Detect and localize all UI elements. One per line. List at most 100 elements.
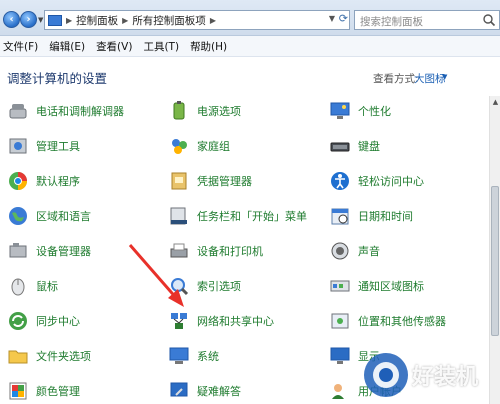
control-panel-item[interactable]: 电话和调制解调器 <box>7 96 124 126</box>
item-label[interactable]: 颜色管理 <box>36 383 80 399</box>
control-panel-item[interactable]: 索引选项 <box>168 271 241 301</box>
user-accounts-icon <box>332 384 344 399</box>
control-panel-item[interactable]: 凭据管理器 <box>168 166 252 196</box>
control-panel-item[interactable]: 疑难解答 <box>168 376 241 404</box>
address-toolbar: ‹ › ▼ ▶ 控制面板 ▶ 所有控制面板项 ▶ ▼ ⟳ 搜索控制面板 <box>0 0 500 36</box>
control-panel-item[interactable]: 通知区域图标 <box>329 271 424 301</box>
personalization-icon <box>330 102 350 119</box>
item-label[interactable]: 位置和其他传感器 <box>358 313 446 329</box>
devices-printers-icon <box>170 243 188 258</box>
back-button[interactable]: ‹ <box>3 11 20 28</box>
address-dropdown-icon[interactable]: ▼ <box>329 14 335 23</box>
control-panel-item[interactable]: 位置和其他传感器 <box>329 306 446 336</box>
control-panel-item[interactable]: 设备和打印机 <box>168 236 263 266</box>
phone-modem-icon <box>9 104 27 119</box>
breadcrumb-separator-icon[interactable]: ▶ <box>210 16 216 25</box>
forward-button[interactable]: › <box>20 11 37 28</box>
search-placeholder: 搜索控制面板 <box>360 16 423 28</box>
item-label[interactable]: 日期和时间 <box>358 208 413 224</box>
address-bar[interactable]: ▶ 控制面板 ▶ 所有控制面板项 ▶ ▼ ⟳ <box>44 10 350 30</box>
menu-view[interactable]: 查看(V) <box>96 39 132 54</box>
control-panel-item[interactable]: 区域和语言 <box>7 201 91 231</box>
refresh-icon[interactable]: ⟳ <box>339 12 348 25</box>
item-label[interactable]: 电源选项 <box>197 103 241 119</box>
item-row: 管理工具 家庭组 键盘 <box>0 131 489 166</box>
menu-edit[interactable]: 编辑(E) <box>49 39 85 54</box>
control-panel-item[interactable]: 设备管理器 <box>7 236 91 266</box>
device-manager-icon <box>9 243 27 258</box>
control-panel-item[interactable]: 管理工具 <box>7 131 80 161</box>
breadcrumb-control-panel[interactable]: 控制面板 <box>76 13 118 28</box>
recent-pages-dropdown-icon[interactable]: ▼ <box>38 16 43 24</box>
watermark: 好装机 <box>360 349 500 404</box>
item-row: 区域和语言 任务栏和「开始」菜单 日期和时间 <box>0 201 489 236</box>
control-panel-item[interactable]: 个性化 <box>329 96 391 126</box>
scrollbar-thumb[interactable] <box>491 186 499 336</box>
control-panel-item[interactable]: 日期和时间 <box>329 201 413 231</box>
control-panel-item[interactable]: 家庭组 <box>168 131 230 161</box>
search-icon[interactable] <box>482 13 496 27</box>
notification-area-icon <box>330 280 350 292</box>
item-label[interactable]: 默认程序 <box>36 173 80 189</box>
watermark-text: 好装机 <box>412 365 479 390</box>
homegroup-icon <box>172 139 187 154</box>
control-panel-item[interactable]: 键盘 <box>329 131 380 161</box>
chevron-down-icon[interactable]: ▼ <box>442 73 447 81</box>
item-label[interactable]: 区域和语言 <box>36 208 91 224</box>
item-label[interactable]: 设备管理器 <box>36 243 91 259</box>
display-icon <box>330 347 350 364</box>
sync-center-icon <box>9 312 27 330</box>
item-label[interactable]: 凭据管理器 <box>197 173 252 189</box>
item-label[interactable]: 个性化 <box>358 103 391 119</box>
view-by-label: 查看方式: <box>373 73 419 85</box>
control-panel-item[interactable]: 颜色管理 <box>7 376 80 404</box>
troubleshooting-icon <box>170 382 188 397</box>
admin-tools-icon <box>9 138 27 154</box>
view-by-dropdown[interactable]: 大图标 <box>414 71 446 86</box>
item-label[interactable]: 文件夹选项 <box>36 348 91 364</box>
item-label[interactable]: 通知区域图标 <box>358 278 424 294</box>
default-programs-icon <box>9 172 27 190</box>
item-label[interactable]: 网络和共享中心 <box>197 313 274 329</box>
control-panel-item[interactable]: 声音 <box>329 236 380 266</box>
control-panel-item[interactable]: 网络和共享中心 <box>168 306 274 336</box>
breadcrumb-separator-icon[interactable]: ▶ <box>122 16 128 25</box>
item-row: 同步中心 网络和共享中心 位置和其他传感器 <box>0 306 489 341</box>
item-label[interactable]: 电话和调制解调器 <box>36 103 124 119</box>
item-label[interactable]: 轻松访问中心 <box>358 173 424 189</box>
control-panel-item[interactable]: 电源选项 <box>168 96 241 126</box>
item-label[interactable]: 疑难解答 <box>197 383 241 399</box>
page-title: 调整计算机的设置 <box>7 71 108 86</box>
control-panel-item[interactable]: 任务栏和「开始」菜单 <box>168 201 307 231</box>
system-icon <box>169 347 189 364</box>
control-panel-item[interactable]: 鼠标 <box>7 271 58 301</box>
item-label[interactable]: 索引选项 <box>197 278 241 294</box>
item-label[interactable]: 系统 <box>197 348 219 364</box>
menu-file[interactable]: 文件(F) <box>3 39 38 54</box>
control-panel-icon <box>48 14 62 26</box>
indexing-options-icon <box>171 278 189 296</box>
content-header: 调整计算机的设置 查看方式: 大图标 ▼ <box>0 58 500 96</box>
item-label[interactable]: 键盘 <box>358 138 380 154</box>
control-panel-item[interactable]: 系统 <box>168 341 219 371</box>
scroll-up-icon[interactable]: ▲ <box>490 96 500 108</box>
menu-help[interactable]: 帮助(H) <box>190 39 227 54</box>
item-row: 鼠标 索引选项 通知区域图标 <box>0 271 489 306</box>
item-label[interactable]: 任务栏和「开始」菜单 <box>197 208 307 224</box>
menu-tools[interactable]: 工具(T) <box>143 39 179 54</box>
item-label[interactable]: 管理工具 <box>36 138 80 154</box>
control-panel-item[interactable]: 同步中心 <box>7 306 80 336</box>
location-sensors-icon <box>331 313 349 329</box>
item-label[interactable]: 设备和打印机 <box>197 243 263 259</box>
item-row: 设备管理器 设备和打印机 声音 <box>0 236 489 271</box>
search-input[interactable]: 搜索控制面板 <box>354 10 500 30</box>
breadcrumb-all-items[interactable]: 所有控制面板项 <box>132 13 206 28</box>
item-label[interactable]: 同步中心 <box>36 313 80 329</box>
control-panel-item[interactable]: 轻松访问中心 <box>329 166 424 196</box>
item-label[interactable]: 声音 <box>358 243 380 259</box>
item-label[interactable]: 鼠标 <box>36 278 58 294</box>
control-panel-item[interactable]: 文件夹选项 <box>7 341 91 371</box>
item-label[interactable]: 家庭组 <box>197 138 230 154</box>
control-panel-item[interactable]: 默认程序 <box>7 166 80 196</box>
breadcrumb-separator-icon[interactable]: ▶ <box>66 16 72 25</box>
